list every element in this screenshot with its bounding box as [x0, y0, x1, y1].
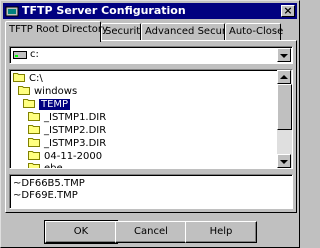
cancel-button[interactable]: Cancel	[115, 221, 187, 243]
folder-icon	[28, 163, 40, 168]
title-bar[interactable]: TFTP Server Configuration ×	[3, 3, 297, 19]
app-icon	[5, 6, 19, 17]
open-folder-icon	[18, 86, 30, 95]
chevron-down-icon	[280, 54, 288, 58]
scroll-thumb[interactable]	[277, 84, 292, 130]
file-list[interactable]: ~DF66B5.TMP ~DF69E.TMP	[9, 174, 293, 209]
folder-icon	[28, 151, 40, 160]
directory-label: _ISTMP2.DIR	[44, 125, 107, 136]
window-title: TFTP Server Configuration	[22, 4, 186, 17]
directory-label: TEMP	[39, 99, 71, 110]
directory-item[interactable]: _ISTMP1.DIR	[28, 111, 106, 124]
tab-auto-close[interactable]: Auto-Close	[225, 23, 284, 40]
file-item[interactable]: ~DF66B5.TMP	[13, 178, 85, 190]
directory-item[interactable]: C:\	[13, 72, 43, 85]
directory-label: ebe	[44, 163, 63, 169]
help-button[interactable]: Help	[185, 221, 257, 243]
directory-item[interactable]: _ISTMP2.DIR	[28, 124, 106, 137]
tab-label: Security	[105, 26, 147, 37]
directory-item[interactable]: ebe	[28, 162, 63, 169]
folder-icon	[28, 138, 40, 147]
directory-list[interactable]: C:\ windows TEMP _ISTMP1.DIR _ISTMP2.DIR…	[9, 69, 293, 169]
drive-icon	[13, 51, 27, 59]
directory-item[interactable]: TEMP	[23, 98, 71, 111]
folder-icon	[28, 125, 40, 134]
tab-label: Auto-Close	[229, 26, 284, 37]
drive-value: c:	[30, 49, 39, 60]
arrow-down-icon	[280, 160, 288, 164]
scroll-down-button[interactable]	[277, 154, 291, 168]
drive-select[interactable]: c:	[9, 46, 293, 64]
open-folder-icon	[13, 73, 25, 82]
dialog-window: TFTP Server Configuration × TFTP Root Di…	[0, 0, 300, 248]
directory-label: _ISTMP3.DIR	[44, 138, 107, 149]
open-folder-icon	[23, 99, 35, 108]
directory-label: _ISTMP1.DIR	[44, 112, 107, 123]
selection-highlight	[38, 98, 278, 111]
tab-advanced-security[interactable]: Advanced Security	[141, 23, 239, 40]
scroll-up-button[interactable]	[277, 70, 291, 84]
close-button[interactable]: ×	[281, 5, 295, 17]
directory-label: windows	[34, 86, 78, 97]
close-icon: ×	[283, 4, 293, 17]
directory-label: 04-11-2000	[44, 151, 103, 162]
folder-icon	[28, 112, 40, 121]
drive-dropdown-button[interactable]	[277, 48, 291, 62]
arrow-up-icon	[280, 75, 288, 79]
file-item[interactable]: ~DF69E.TMP	[13, 190, 78, 202]
tab-tftp-root-directory[interactable]: TFTP Root Directory	[5, 21, 108, 42]
directory-scrollbar[interactable]	[277, 70, 292, 168]
directory-label: C:\	[29, 73, 43, 84]
ok-button[interactable]: OK	[44, 220, 118, 244]
tab-label: TFTP Root Directory	[9, 24, 108, 35]
directory-item[interactable]: windows	[18, 85, 77, 98]
directory-item[interactable]: _ISTMP3.DIR	[28, 137, 106, 150]
